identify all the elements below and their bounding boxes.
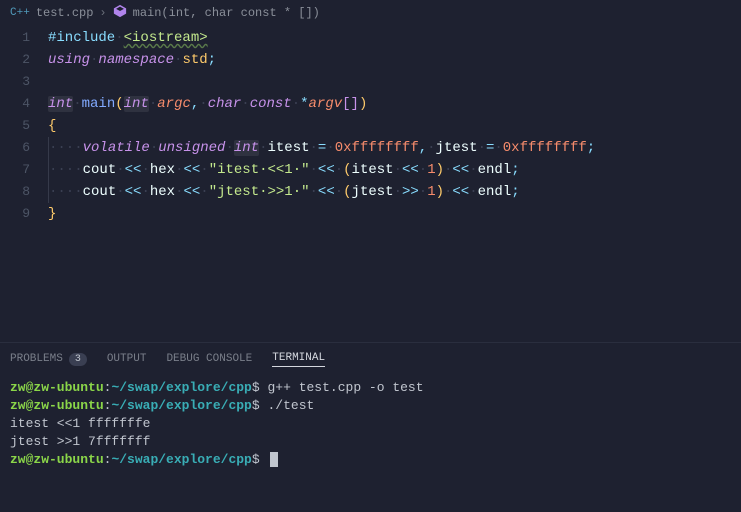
terminal-line: zw@zw-ubuntu:~/swap/explore/cpp$ ./test [10,397,731,415]
tab-output[interactable]: OUTPUT [107,353,147,365]
code-line[interactable]: { [48,115,741,137]
terminal-content[interactable]: zw@zw-ubuntu:~/swap/explore/cpp$ g++ tes… [0,375,741,512]
cpp-file-icon: C++ [10,7,30,19]
code-editor[interactable]: 1 2 3 4 5 6 7 8 9 #include·<iostream> us… [0,25,741,342]
tab-problems[interactable]: PROBLEMS 3 [10,353,87,366]
code-line[interactable] [48,71,741,93]
tab-debug-console[interactable]: DEBUG CONSOLE [166,353,252,365]
terminal-line: zw@zw-ubuntu:~/swap/explore/cpp$ g++ tes… [10,379,731,397]
code-content[interactable]: #include·<iostream> using·namespace·std;… [48,27,741,342]
code-line[interactable]: int·main(int·argc,·char·const·*argv[]) [48,93,741,115]
cursor-icon [270,452,278,467]
code-line[interactable]: } [48,203,741,225]
panel-tabs: PROBLEMS 3 OUTPUT DEBUG CONSOLE TERMINAL [0,343,741,375]
line-number: 5 [0,115,30,137]
code-line[interactable]: ····cout·<<·hex·<<·"itest·<<1·"·<<·(ites… [48,159,741,181]
problems-badge: 3 [69,353,87,366]
line-number: 6 [0,137,30,159]
line-number: 4 [0,93,30,115]
line-number: 9 [0,203,30,225]
breadcrumb-file[interactable]: test.cpp [36,6,94,20]
code-line[interactable]: ····cout·<<·hex·<<·"jtest·>>1·"·<<·(jtes… [48,181,741,203]
terminal-prompt[interactable]: zw@zw-ubuntu:~/swap/explore/cpp$ [10,451,731,469]
line-number: 1 [0,27,30,49]
code-line[interactable]: #include·<iostream> [48,27,741,49]
line-number: 8 [0,181,30,203]
chevron-right-icon: › [99,6,106,20]
bottom-panel: PROBLEMS 3 OUTPUT DEBUG CONSOLE TERMINAL… [0,342,741,512]
terminal-output: jtest >>1 7fffffff [10,433,731,451]
symbol-icon [113,4,127,22]
code-line[interactable]: using·namespace·std; [48,49,741,71]
line-number: 7 [0,159,30,181]
terminal-output: itest <<1 fffffffe [10,415,731,433]
line-gutter: 1 2 3 4 5 6 7 8 9 [0,27,48,342]
code-line[interactable]: ····volatile·unsigned·int·itest·=·0xffff… [48,137,741,159]
breadcrumb-symbol[interactable]: main(int, char const * []) [133,6,320,20]
line-number: 3 [0,71,30,93]
tab-terminal[interactable]: TERMINAL [272,352,325,367]
line-number: 2 [0,49,30,71]
breadcrumb[interactable]: C++ test.cpp › main(int, char const * []… [0,0,741,25]
